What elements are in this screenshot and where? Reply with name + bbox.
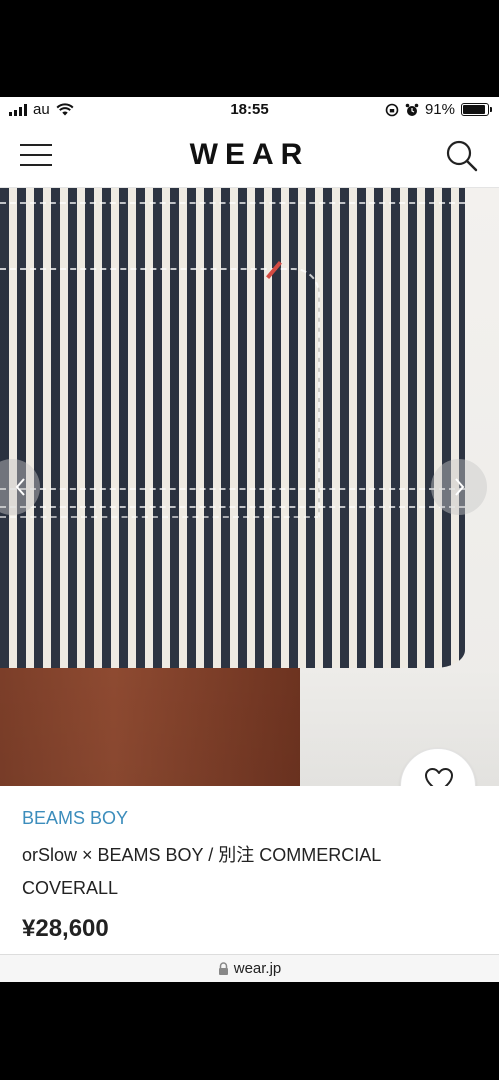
site-header: WEAR	[0, 123, 499, 188]
status-bar: au 18:55 91%	[0, 97, 499, 123]
alarm-icon	[405, 103, 419, 116]
battery-percent: 91%	[424, 101, 455, 118]
lock-icon	[218, 962, 228, 975]
gallery-next-button[interactable]	[431, 459, 487, 515]
product-image[interactable]	[0, 188, 499, 786]
battery-icon	[461, 103, 492, 116]
wear-logo[interactable]: WEAR	[0, 138, 499, 172]
search-icon[interactable]	[445, 139, 479, 173]
chevron-left-icon	[15, 478, 25, 496]
url-domain: wear.jp	[233, 960, 282, 977]
rotation-lock-icon	[385, 103, 399, 116]
product-info: BEAMS BOY orSlow × BEAMS BOY / 別注 COMMER…	[0, 786, 499, 954]
coverall-pocket	[0, 268, 320, 518]
browser-url-bar[interactable]: wear.jp	[0, 954, 499, 982]
chevron-right-icon	[455, 478, 465, 496]
screen: au 18:55 91% WEAR BEAMS BOY orSlow × BEA…	[0, 0, 499, 1080]
status-right: 91%	[385, 101, 492, 118]
brand-link[interactable]: BEAMS BOY	[22, 807, 128, 829]
product-name: orSlow × BEAMS BOY / 別注 COMMERCIAL COVER…	[22, 845, 381, 898]
product-price: ¥28,600	[22, 915, 109, 942]
